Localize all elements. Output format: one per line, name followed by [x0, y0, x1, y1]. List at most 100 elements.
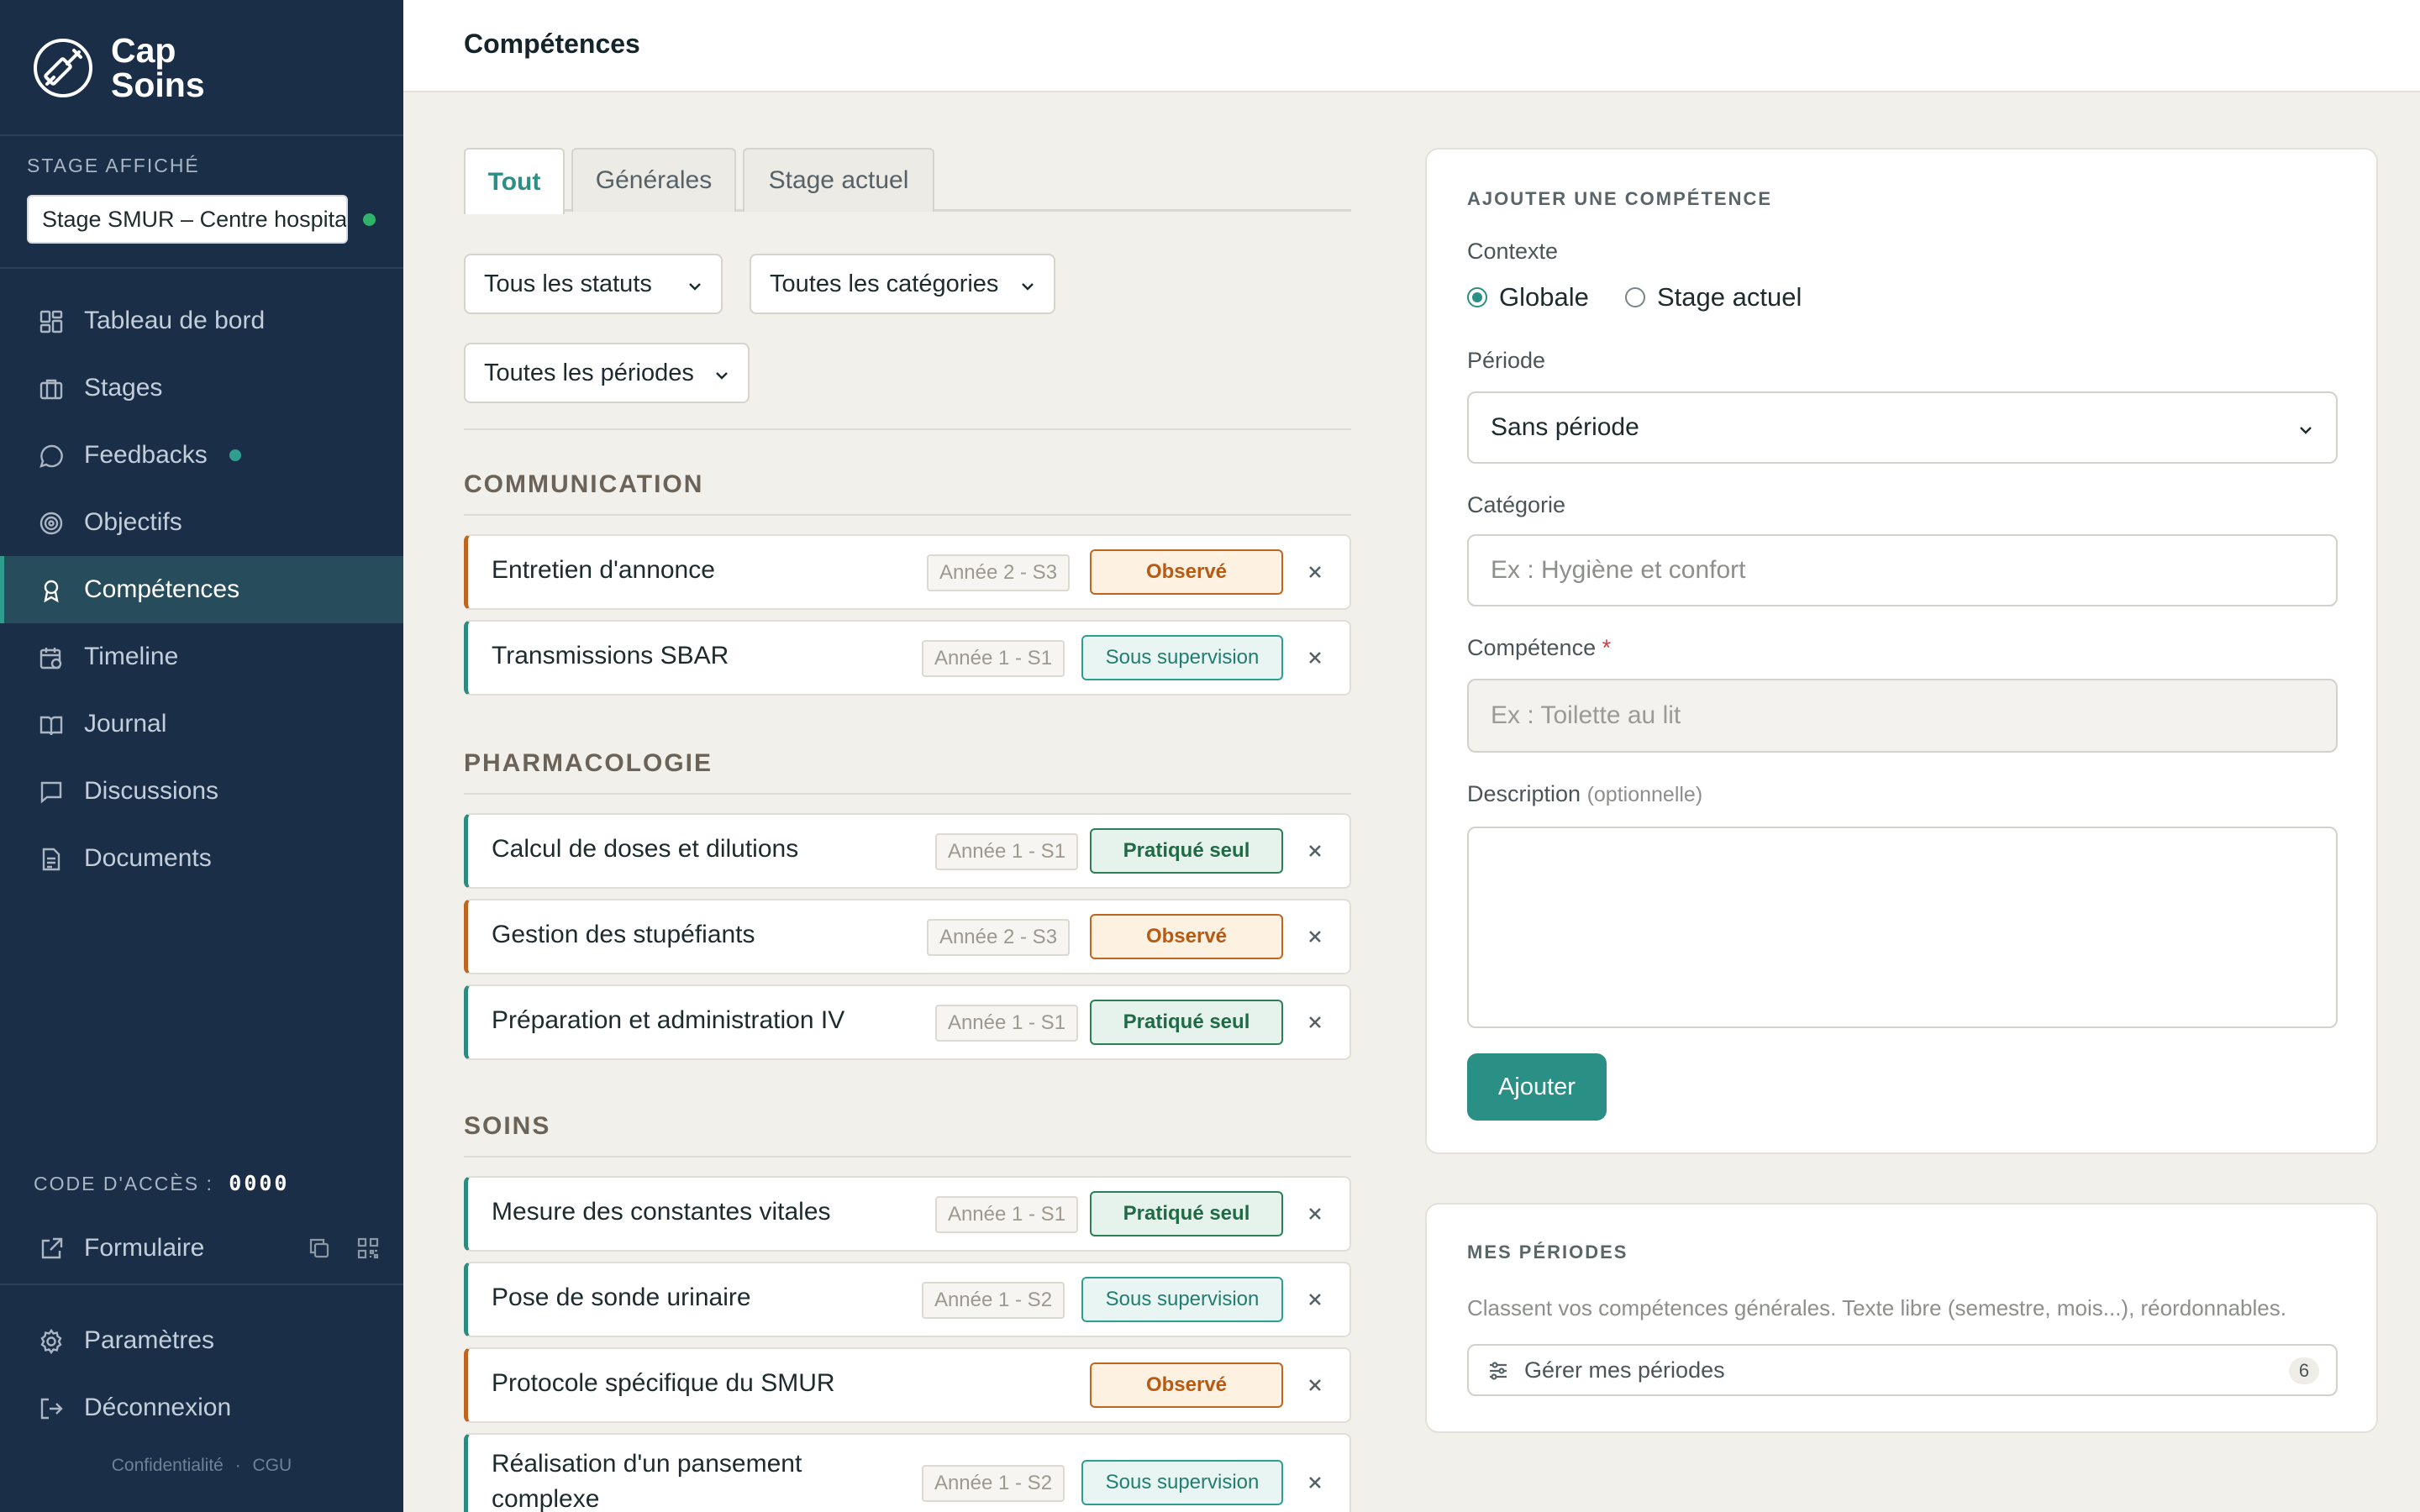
status-badge[interactable]: Pratiqué seul: [1090, 828, 1283, 874]
category-input[interactable]: Ex : Hygiène et confort: [1467, 534, 2338, 606]
section-title-communication: COMMUNICATION: [464, 470, 704, 498]
manage-periods-label: Gérer mes périodes: [1524, 1357, 1725, 1383]
close-icon[interactable]: [1305, 1204, 1325, 1224]
unread-dot: [229, 449, 241, 461]
competence-label-text: Compétence: [1467, 635, 1597, 660]
category-filter-select[interactable]: Toutes les catégories: [750, 254, 1055, 314]
period-label: Période: [1467, 348, 1546, 373]
nav-item-discussions[interactable]: Discussions: [0, 758, 403, 825]
competence-row[interactable]: Mesure des constantes vitales Année 1 - …: [464, 1176, 1351, 1252]
bottom-nav: Paramètres Déconnexion: [0, 1307, 403, 1441]
status-badge[interactable]: Observé: [1090, 1362, 1283, 1408]
nav-label: Paramètres: [84, 1326, 215, 1354]
competence-input[interactable]: Ex : Toilette au lit: [1467, 679, 2338, 753]
brand-name-line2: Soins: [111, 66, 205, 104]
competence-name: Gestion des stupéfiants: [492, 921, 755, 948]
close-icon[interactable]: [1305, 1012, 1325, 1032]
nav-label: Tableau de bord: [84, 307, 266, 334]
tab-generales[interactable]: Générales: [571, 148, 736, 212]
stage-select[interactable]: Stage SMUR – Centre hospitalier: [27, 195, 348, 244]
close-icon[interactable]: [1305, 1289, 1325, 1310]
competence-row[interactable]: Gestion des stupéfiants Année 2 - S3 Obs…: [464, 899, 1351, 974]
close-icon[interactable]: [1305, 1375, 1325, 1395]
competence-row[interactable]: Pose de sonde urinaire Année 1 - S2 Sous…: [464, 1262, 1351, 1337]
competence-name: Réalisation d'un pansement complexe: [492, 1450, 802, 1512]
close-icon[interactable]: [1305, 841, 1325, 861]
description-label-text: Description: [1467, 781, 1581, 806]
nav-label: Journal: [84, 710, 167, 738]
competence-name: Transmissions SBAR: [492, 642, 729, 669]
period-filter-value: Toutes les périodes: [484, 359, 694, 386]
nav-item-stages[interactable]: Stages: [0, 354, 403, 422]
category-label: Catégorie: [1467, 492, 1566, 517]
terms-link[interactable]: CGU: [253, 1456, 292, 1475]
footer-separator: ·: [234, 1456, 241, 1475]
status-filter-value: Tous les statuts: [484, 270, 652, 297]
close-icon[interactable]: [1305, 562, 1325, 582]
status-badge[interactable]: Pratiqué seul: [1090, 1000, 1283, 1045]
access-code: CODE D'ACCÈS : 0000: [34, 1171, 289, 1195]
card-title: AJOUTER UNE COMPÉTENCE: [1467, 188, 1773, 209]
radio-label: Globale: [1499, 282, 1589, 312]
periods-count-badge: 6: [2289, 1357, 2319, 1384]
period-badge: Année 1 - S2: [922, 1282, 1065, 1319]
tab-tout[interactable]: Tout: [464, 148, 565, 214]
competence-name: Protocole spécifique du SMUR: [492, 1369, 835, 1397]
formulaire-label: Formulaire: [84, 1234, 205, 1262]
periods-description: Classent vos compétences générales. Text…: [1467, 1295, 2286, 1320]
close-icon[interactable]: [1305, 927, 1325, 947]
competence-row[interactable]: Calcul de doses et dilutions Année 1 - S…: [464, 813, 1351, 889]
privacy-link[interactable]: Confidentialité: [112, 1456, 224, 1475]
competence-row[interactable]: Protocole spécifique du SMUR Observé: [464, 1347, 1351, 1423]
manage-periods-button[interactable]: Gérer mes périodes 6: [1467, 1344, 2338, 1396]
qr-code-icon[interactable]: [356, 1236, 380, 1260]
competence-placeholder: Ex : Toilette au lit: [1491, 701, 1681, 729]
nav-item-competences[interactable]: Compétences: [0, 556, 403, 623]
stage-active-dot: [363, 213, 376, 226]
nav-item-feedbacks[interactable]: Feedbacks: [0, 422, 403, 489]
syringe-logo-icon: [34, 39, 92, 97]
gear-icon: [40, 1329, 62, 1354]
copy-icon[interactable]: [308, 1236, 331, 1260]
category-placeholder: Ex : Hygiène et confort: [1491, 556, 1746, 584]
brand[interactable]: Cap Soins: [32, 34, 205, 102]
chevron-down-icon: [2300, 427, 2312, 434]
nav-item-documents[interactable]: Documents: [0, 825, 403, 892]
status-filter-select[interactable]: Tous les statuts: [464, 254, 723, 314]
status-badge[interactable]: Observé: [1090, 914, 1283, 959]
nav-item-deconnexion[interactable]: Déconnexion: [0, 1374, 403, 1441]
description-textarea[interactable]: [1467, 827, 2338, 1028]
chevron-down-icon: [1022, 283, 1034, 291]
competence-row[interactable]: Transmissions SBAR Année 1 - S1 Sous sup…: [464, 620, 1351, 696]
status-badge[interactable]: Sous supervision: [1081, 1277, 1283, 1322]
nav-item-parametres[interactable]: Paramètres: [0, 1307, 403, 1374]
nav-item-timeline[interactable]: Timeline: [0, 623, 403, 690]
status-badge[interactable]: Sous supervision: [1081, 1460, 1283, 1505]
close-icon[interactable]: [1305, 1473, 1325, 1493]
competence-row[interactable]: Réalisation d'un pansement complexe Anné…: [464, 1433, 1351, 1512]
nav-label: Documents: [84, 844, 212, 872]
formulaire-link[interactable]: Formulaire: [0, 1215, 403, 1282]
calendar-icon: [39, 648, 62, 669]
nav-item-journal[interactable]: Journal: [0, 690, 403, 758]
periods-card: MES PÉRIODES Classent vos compétences gé…: [1425, 1203, 2378, 1433]
competence-row[interactable]: Préparation et administration IV Année 1…: [464, 984, 1351, 1060]
sliders-icon: [1490, 1362, 1507, 1380]
tab-stage-actuel[interactable]: Stage actuel: [743, 148, 934, 212]
status-badge[interactable]: Sous supervision: [1081, 635, 1283, 680]
dashboard-icon: [39, 310, 63, 333]
period-select[interactable]: Sans période: [1467, 391, 2338, 464]
competence-row[interactable]: Entretien d'annonce Année 2 - S3 Observé: [464, 534, 1351, 610]
divider: [0, 134, 403, 136]
close-icon[interactable]: [1305, 648, 1325, 668]
add-button[interactable]: Ajouter: [1467, 1053, 1607, 1121]
radio-globale[interactable]: Globale: [1467, 282, 1589, 312]
radio-stage-actuel[interactable]: Stage actuel: [1625, 282, 1802, 312]
period-filter-select[interactable]: Toutes les périodes: [464, 343, 750, 403]
period-badge: Année 1 - S1: [935, 1196, 1078, 1233]
status-badge[interactable]: Pratiqué seul: [1090, 1191, 1283, 1236]
nav-item-dashboard[interactable]: Tableau de bord: [0, 287, 403, 354]
divider: [464, 1156, 1351, 1158]
status-badge[interactable]: Observé: [1090, 549, 1283, 595]
nav-item-objectifs[interactable]: Objectifs: [0, 489, 403, 556]
